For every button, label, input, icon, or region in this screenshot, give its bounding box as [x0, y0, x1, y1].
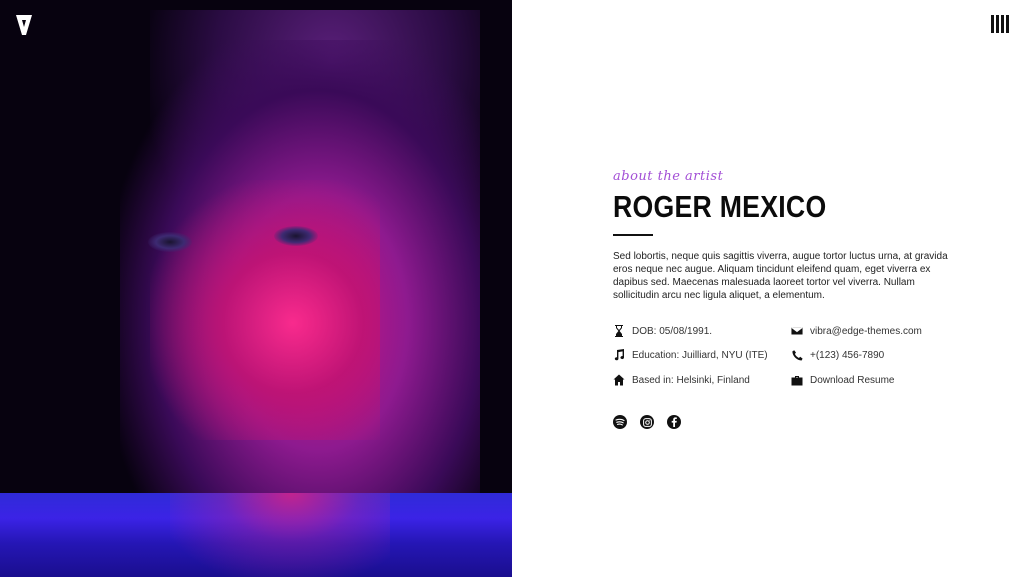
photo-eye-left	[148, 232, 192, 252]
about-section: about the artist ROGER MEXICO Sed lobort…	[613, 168, 963, 302]
dob-item: DOB: 05/08/1991.	[613, 324, 712, 338]
spotify-icon[interactable]	[613, 415, 627, 429]
title-divider	[613, 234, 653, 236]
home-icon	[613, 374, 625, 386]
social-links	[613, 415, 681, 429]
artist-photo: V	[0, 0, 512, 577]
email-link[interactable]: vibra@edge-themes.com	[791, 324, 922, 338]
resume-text: Download Resume	[810, 374, 895, 386]
dob-text: DOB: 05/08/1991.	[632, 325, 713, 337]
music-note-icon	[613, 349, 625, 361]
education-item: Education: Juilliard, NYU (ITE)	[613, 348, 768, 362]
download-resume-link[interactable]: Download Resume	[791, 373, 895, 387]
artist-name: ROGER MEXICO	[613, 189, 827, 224]
phone-text: +(123) 456-7890	[810, 349, 885, 361]
based-item: Based in: Helsinki, Finland	[613, 373, 750, 387]
hourglass-icon	[613, 325, 625, 337]
based-text: Based in: Helsinki, Finland	[632, 374, 750, 386]
instagram-icon[interactable]	[640, 415, 654, 429]
briefcase-icon	[791, 374, 803, 386]
artist-bio: Sed lobortis, neque quis sagittis viverr…	[613, 251, 948, 301]
menu-bar	[996, 15, 999, 33]
menu-bar	[1006, 15, 1009, 33]
phone-link[interactable]: +(123) 456-7890	[791, 348, 884, 362]
about-kicker: about the artist	[613, 169, 724, 184]
education-text: Education: Juilliard, NYU (ITE)	[632, 349, 768, 361]
menu-bars-icon[interactable]	[991, 15, 1009, 33]
menu-bar	[991, 15, 994, 33]
menu-bar	[1001, 15, 1004, 33]
photo-eye-right	[274, 226, 318, 246]
site-logo[interactable]: V	[15, 14, 33, 36]
photo-reflection	[170, 493, 390, 577]
photo-face-highlight	[150, 180, 380, 440]
facebook-icon[interactable]	[667, 415, 681, 429]
phone-icon	[791, 349, 803, 361]
email-text: vibra@edge-themes.com	[810, 325, 922, 337]
artist-details: DOB: 05/08/1991. Education: Juilliard, N…	[613, 324, 973, 394]
envelope-icon	[791, 325, 803, 337]
